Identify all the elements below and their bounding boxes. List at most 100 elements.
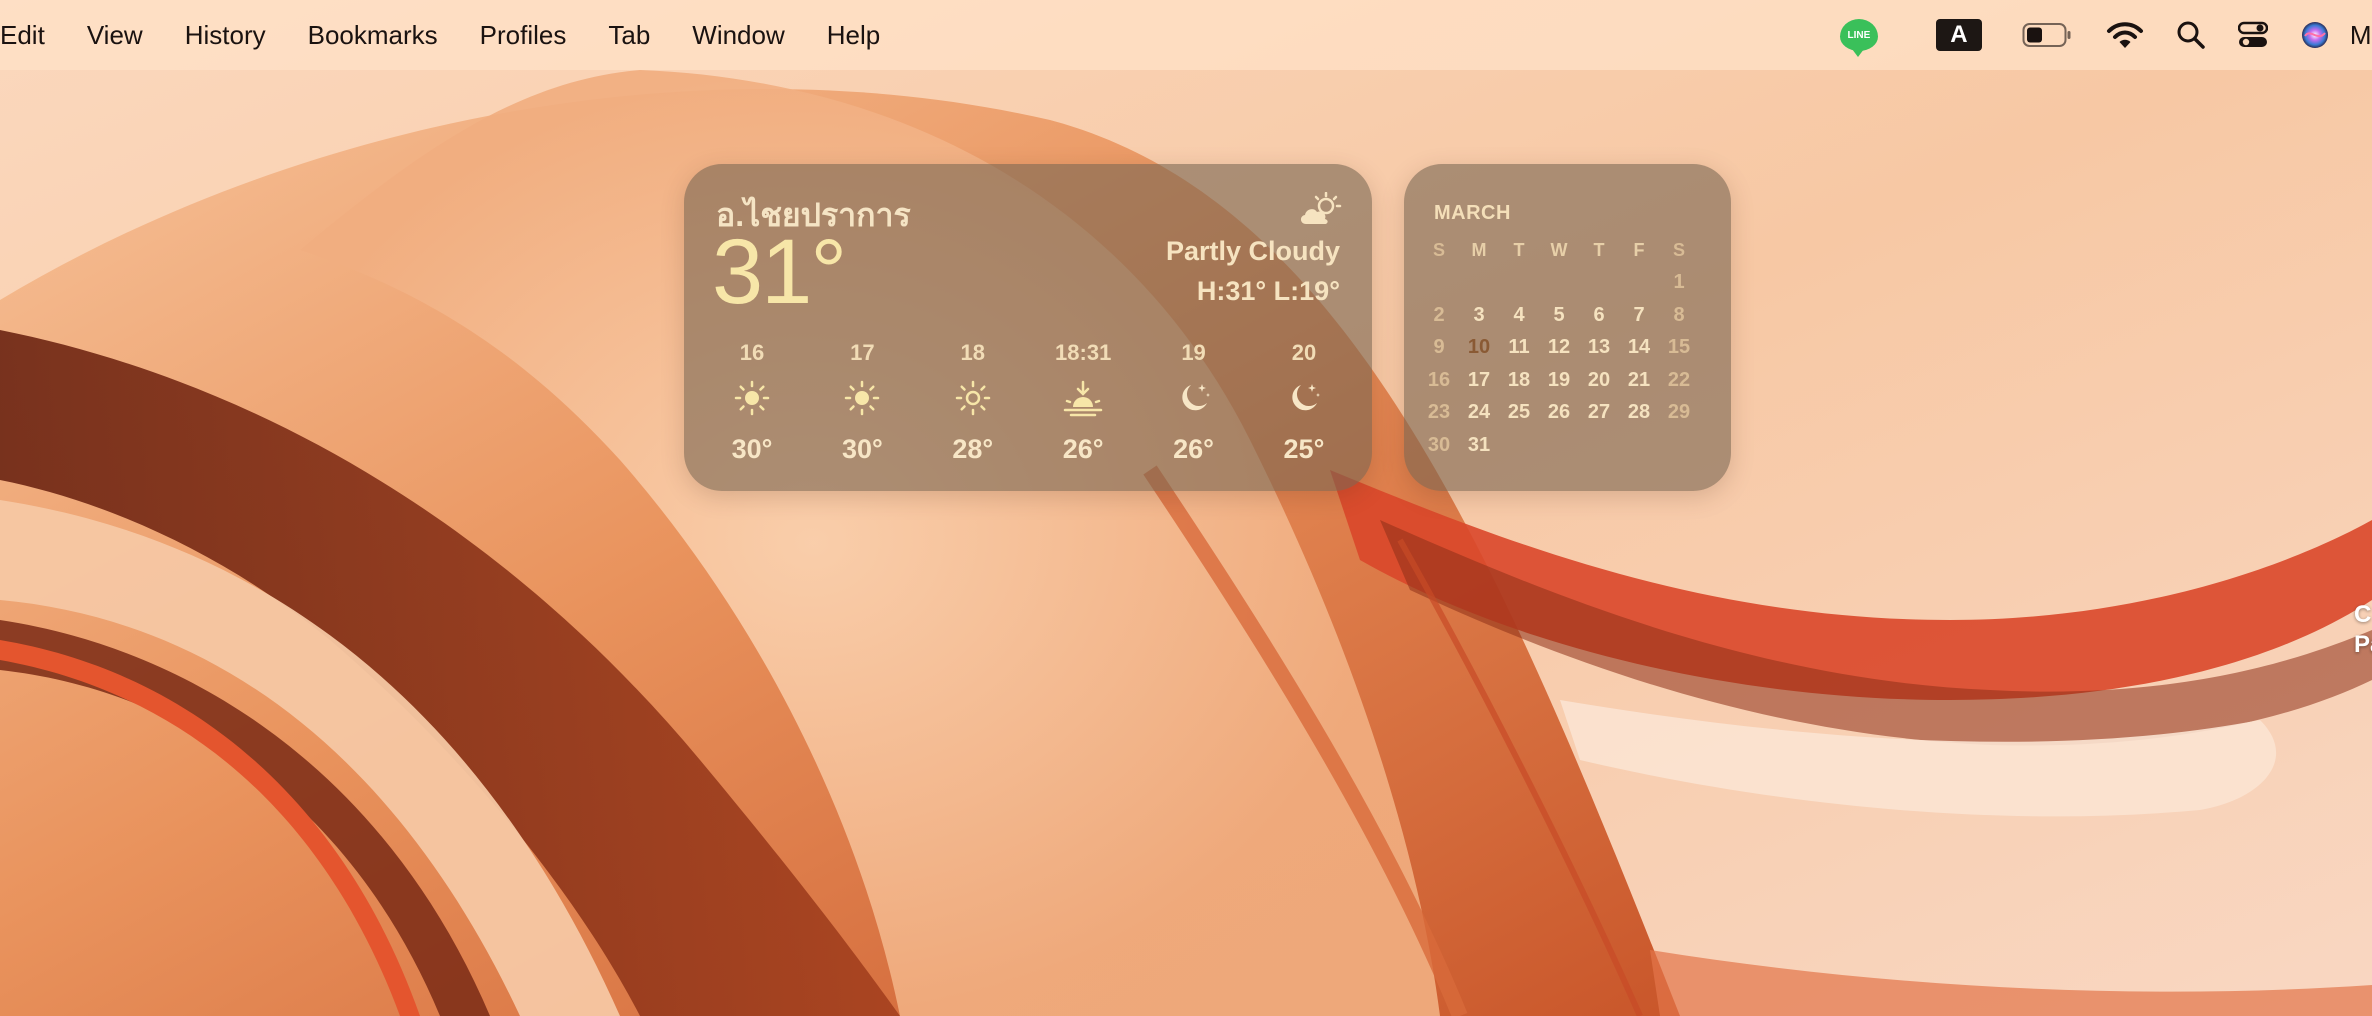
search-icon — [2177, 21, 2205, 49]
hourly-temp: 30° — [841, 434, 883, 464]
desktop-item-label[interactable]: C Pa — [2354, 600, 2372, 660]
calendar-day[interactable]: 8 — [1659, 304, 1699, 327]
calendar-day[interactable]: 27 — [1579, 401, 1619, 424]
menu-tab[interactable]: Tab — [608, 20, 650, 51]
sunset-icon — [1061, 370, 1105, 426]
calendar-day[interactable]: 16 — [1419, 369, 1459, 392]
wifi-status-item[interactable] — [2106, 20, 2144, 50]
calendar-day[interactable]: 11 — [1499, 336, 1539, 359]
calendar-day[interactable]: 12 — [1539, 336, 1579, 359]
calendar-day[interactable]: 18 — [1499, 369, 1539, 392]
calendar-day[interactable]: 17 — [1459, 369, 1499, 392]
calendar-day[interactable]: 20 — [1579, 369, 1619, 392]
calendar-day[interactable]: 2 — [1419, 304, 1459, 327]
calendar-grid: S M T W T F S 1 2 3 4 5 6 7 8 9 10 11 12 13 14 15 16 17 1… — [1419, 234, 1719, 462]
calendar-day[interactable]: 23 — [1419, 401, 1459, 424]
calendar-day[interactable]: 13 — [1579, 336, 1619, 359]
calendar-day-number: 5 — [1553, 303, 1565, 326]
calendar-day-number: 3 — [1473, 303, 1485, 326]
calendar-day[interactable]: 5 — [1539, 304, 1579, 327]
calendar-day-number: 7 — [1633, 303, 1645, 326]
menu-clock[interactable]: Mo — [2350, 20, 2372, 51]
weekday-label: T — [1513, 239, 1525, 260]
menu-view[interactable]: View — [87, 20, 143, 51]
menu-history[interactable]: History — [185, 20, 266, 51]
calendar-day[interactable]: 21 — [1619, 369, 1659, 392]
menu-help[interactable]: Help — [827, 20, 880, 51]
hourly-item: 18:31 26° — [1033, 340, 1133, 465]
weekday-label: S — [1672, 239, 1685, 260]
calendar-day-number: 18 — [1507, 368, 1531, 391]
calendar-day[interactable]: 4 — [1499, 304, 1539, 327]
control-center-status-item[interactable] — [2237, 20, 2268, 50]
calendar-week-row: 23 24 25 26 27 28 29 — [1419, 397, 1719, 430]
calendar-week-row: 9 10 11 12 13 14 15 — [1419, 332, 1719, 365]
calendar-day[interactable]: 1 — [1659, 271, 1699, 294]
line-status-item[interactable]: LINE — [1839, 19, 1878, 57]
calendar-day[interactable]: 7 — [1619, 304, 1659, 327]
calendar-day[interactable]: 31 — [1459, 434, 1499, 457]
calendar-day[interactable]: 24 — [1459, 401, 1499, 424]
calendar-day-number: 29 — [1667, 401, 1691, 424]
siri-status-item[interactable] — [2300, 20, 2330, 50]
calendar-widget[interactable]: MARCH S M T W T F S 1 2 3 4 5 6 7 8 9 10 11 12 13 14 1… — [1404, 164, 1731, 491]
calendar-day[interactable]: 9 — [1419, 336, 1459, 359]
line-app-icon: LINE — [1839, 19, 1878, 57]
desktop-wallpaper — [0, 0, 2372, 1016]
weekday-label: T — [1593, 239, 1605, 260]
calendar-day-number: 4 — [1513, 303, 1525, 326]
calendar-day-number: 19 — [1547, 368, 1571, 391]
calendar-day-number: 21 — [1627, 368, 1651, 391]
desktop-item-label-line: C — [2354, 601, 2372, 628]
calendar-day-number: 8 — [1673, 303, 1685, 326]
calendar-day-number: 12 — [1547, 336, 1571, 359]
calendar-week-row: 16 17 18 19 20 21 22 — [1419, 364, 1719, 397]
calendar-day-number: 27 — [1587, 401, 1611, 424]
weather-widget[interactable]: อ.ไชยปราการ 31° Partly Cloudy H:31° L:19… — [684, 164, 1372, 491]
hourly-item: 19 26° — [1144, 340, 1244, 465]
menu-bookmarks[interactable]: Bookmarks — [308, 20, 438, 51]
calendar-day[interactable]: 25 — [1499, 401, 1539, 424]
calendar-day-number: 24 — [1467, 401, 1491, 424]
calendar-day[interactable]: 3 — [1459, 304, 1499, 327]
calendar-day[interactable]: 30 — [1419, 434, 1459, 457]
weekday-label: F — [1633, 239, 1645, 260]
calendar-day[interactable]: 6 — [1579, 304, 1619, 327]
calendar-day[interactable]: 15 — [1659, 336, 1699, 359]
status-menus: LINE A M — [1804, 0, 2372, 70]
battery-icon — [2022, 23, 2071, 47]
sun-icon — [954, 370, 992, 426]
calendar-day-number: 6 — [1593, 303, 1605, 326]
battery-status-item[interactable] — [2022, 22, 2072, 48]
calendar-month: MARCH — [1434, 202, 1511, 224]
hourly-time: 16 — [739, 340, 765, 365]
menu-window[interactable]: Window — [692, 20, 784, 51]
calendar-day-number: 26 — [1547, 401, 1571, 424]
hourly-temp: 26° — [1173, 434, 1214, 464]
hourly-time: 18 — [960, 340, 986, 365]
calendar-day-number: 13 — [1587, 336, 1611, 359]
spotlight-status-item[interactable] — [2176, 20, 2206, 50]
menu-edit[interactable]: Edit — [0, 20, 45, 51]
input-source-status-item[interactable]: A — [1935, 19, 1982, 51]
calendar-day[interactable]: 19 — [1539, 369, 1579, 392]
hourly-time: 18:31 — [1055, 340, 1112, 365]
partly-cloudy-icon — [1298, 191, 1342, 231]
calendar-day[interactable]: 22 — [1659, 369, 1699, 392]
weekday-label: S — [1432, 239, 1445, 260]
hourly-temp: 26° — [1062, 434, 1104, 464]
weekday-label: M — [1471, 239, 1487, 260]
menu-profiles[interactable]: Profiles — [480, 20, 567, 51]
hourly-item: 18 28° — [923, 340, 1023, 465]
calendar-day[interactable]: 28 — [1619, 401, 1659, 424]
menu-bar: Edit View History Bookmarks Profiles Tab… — [0, 0, 2372, 70]
calendar-day[interactable]: 29 — [1659, 401, 1699, 424]
hourly-item: 20 25° — [1254, 340, 1354, 465]
weekday-label: W — [1550, 239, 1568, 260]
hourly-time: 20 — [1291, 340, 1317, 365]
calendar-day[interactable]: 26 — [1539, 401, 1579, 424]
calendar-day-number: 14 — [1627, 336, 1651, 359]
calendar-day-number: 9 — [1433, 336, 1445, 359]
calendar-day-today[interactable]: 10 — [1459, 336, 1499, 359]
calendar-day[interactable]: 14 — [1619, 336, 1659, 359]
